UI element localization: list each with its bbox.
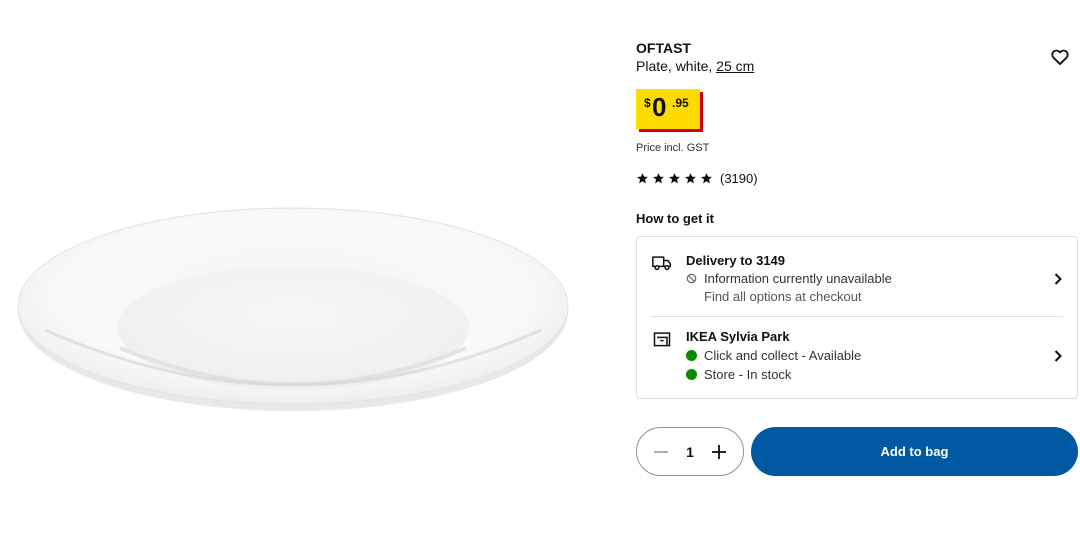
quantity-value[interactable]: 1 [686,444,694,460]
star-icon [685,172,696,183]
availability-heading: How to get it [636,211,714,226]
price-tag: $ 0 .95 [636,89,700,129]
product-image [0,0,600,544]
store-option[interactable]: IKEA Sylvia Park Click and collect - Ava… [637,328,1077,392]
star-icon [701,172,712,183]
star-icon [669,172,680,183]
delivery-status-text: Information currently unavailable [704,271,892,286]
chevron-right-icon [1054,350,1062,362]
store-stock: Store - In stock [686,367,791,382]
price-decimal: .95 [672,96,689,110]
price-integer: 0 [652,92,667,122]
product-name: OFTAST [636,40,691,56]
star-icon [637,172,648,183]
product-description: Plate, white, 25 cm [636,57,1078,75]
divider [651,316,1063,317]
product-size-link[interactable]: 25 cm [716,58,754,74]
rating-count: (3190) [720,170,758,186]
product-info: OFTAST Plate, white, 25 cm [636,40,1078,75]
delivery-title: Delivery to 3149 [686,253,786,268]
product-description-text: Plate, white, [636,58,717,74]
truck-icon [652,256,672,271]
price-currency: $ [644,96,651,110]
chevron-right-icon [1054,273,1062,285]
quantity-stepper: 1 [636,427,744,476]
store-stock-text: Store - In stock [704,367,792,382]
star-icon [653,172,664,183]
plate-image [17,207,569,411]
heart-icon[interactable] [1050,47,1070,67]
rating[interactable]: (3190) [636,170,758,186]
store-collect: Click and collect - Available [686,348,861,363]
minus-icon[interactable] [653,444,669,460]
delivery-option[interactable]: Delivery to 3149 Information currently u… [637,252,1077,316]
plus-icon[interactable] [711,444,727,460]
store-title: IKEA Sylvia Park [686,329,790,344]
price-note: Price incl. GST [636,142,710,154]
delivery-note: Find all options at checkout [704,289,862,304]
add-to-bag-button[interactable]: Add to bag [751,427,1078,476]
in-stock-dot-icon [686,369,697,380]
availability-card: Delivery to 3149 Information currently u… [636,236,1078,399]
delivery-status: Information currently unavailable [686,271,892,286]
unavailable-icon [686,273,697,284]
available-dot-icon [686,350,697,361]
store-icon [653,332,671,347]
store-collect-text: Click and collect - Available [704,348,862,363]
rating-stars [636,172,713,185]
